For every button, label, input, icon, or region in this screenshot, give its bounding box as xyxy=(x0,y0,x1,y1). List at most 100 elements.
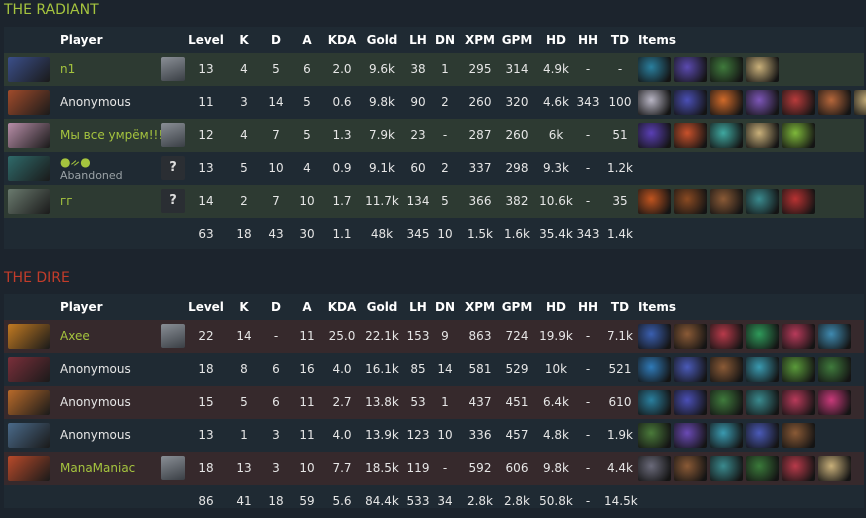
player-row[interactable]: Anonymous 11 3 14 5 0.6 9.8k 90 2 260 320 4.6k 343 10… xyxy=(4,86,866,119)
player-avatar[interactable] xyxy=(161,324,185,348)
item-icon[interactable] xyxy=(746,324,779,349)
header-td[interactable]: TD xyxy=(604,294,636,320)
item-icon[interactable] xyxy=(638,390,671,415)
item-icon[interactable] xyxy=(818,357,851,382)
item-icon[interactable] xyxy=(746,390,779,415)
hero-portrait[interactable] xyxy=(8,156,50,181)
player-avatar[interactable] xyxy=(161,123,185,147)
item-icon[interactable] xyxy=(746,189,779,214)
hero-portrait[interactable] xyxy=(8,324,50,349)
hero-portrait[interactable] xyxy=(8,357,50,382)
header-gpm[interactable]: GPM xyxy=(498,27,536,53)
player-row[interactable]: Anonymous 18 8 6 16 4.0 16.1k 85 14 581 529 10k -521 xyxy=(4,353,864,386)
item-icon[interactable] xyxy=(674,456,707,481)
item-icon[interactable] xyxy=(782,456,815,481)
item-icon[interactable] xyxy=(710,324,743,349)
header-gold[interactable]: Gold xyxy=(360,27,404,53)
player-avatar[interactable] xyxy=(161,57,185,81)
item-icon[interactable] xyxy=(638,90,671,115)
item-icon[interactable] xyxy=(710,423,743,448)
item-icon[interactable] xyxy=(638,324,671,349)
item-icon[interactable] xyxy=(782,189,815,214)
header-k[interactable]: K xyxy=(232,294,256,320)
hero-portrait[interactable] xyxy=(8,57,50,82)
header-player[interactable]: Player xyxy=(60,27,140,53)
item-icon[interactable] xyxy=(710,357,743,382)
item-icon[interactable] xyxy=(710,123,743,148)
player-row[interactable]: n1 13 4 5 6 2.0 9.6k 38 1 295 314 4.9k - - xyxy=(4,53,864,86)
header-level[interactable]: Level xyxy=(186,27,226,53)
item-icon[interactable] xyxy=(674,324,707,349)
player-name[interactable]: n1 xyxy=(60,53,75,86)
item-icon[interactable] xyxy=(818,90,851,115)
header-d[interactable]: D xyxy=(262,294,290,320)
item-icon[interactable] xyxy=(746,57,779,82)
item-icon[interactable] xyxy=(638,189,671,214)
item-icon[interactable] xyxy=(710,189,743,214)
header-kda[interactable]: KDA xyxy=(322,294,362,320)
header-xpm[interactable]: XPM xyxy=(461,294,499,320)
item-icon[interactable] xyxy=(674,90,707,115)
item-icon[interactable] xyxy=(710,90,743,115)
player-name[interactable]: ManaManiac xyxy=(60,452,135,485)
header-player[interactable]: Player xyxy=(60,294,140,320)
header-level[interactable]: Level xyxy=(186,294,226,320)
item-icon[interactable] xyxy=(746,456,779,481)
header-lh[interactable]: LH xyxy=(401,27,435,53)
item-icon[interactable] xyxy=(638,357,671,382)
item-icon[interactable] xyxy=(638,123,671,148)
item-icon[interactable] xyxy=(638,423,671,448)
player-name[interactable]: гг xyxy=(60,185,73,218)
item-icon[interactable] xyxy=(746,423,779,448)
item-icon[interactable] xyxy=(710,456,743,481)
header-hh[interactable]: HH xyxy=(572,27,604,53)
item-icon[interactable] xyxy=(782,423,815,448)
header-a[interactable]: A xyxy=(294,27,320,53)
header-xpm[interactable]: XPM xyxy=(461,27,499,53)
item-icon[interactable] xyxy=(818,324,851,349)
item-icon[interactable] xyxy=(818,390,851,415)
item-icon[interactable] xyxy=(782,324,815,349)
item-icon[interactable] xyxy=(710,390,743,415)
player-avatar[interactable] xyxy=(161,456,185,480)
item-icon[interactable] xyxy=(746,90,779,115)
header-td[interactable]: TD xyxy=(604,27,636,53)
header-lh[interactable]: LH xyxy=(401,294,435,320)
item-icon[interactable] xyxy=(638,57,671,82)
player-name[interactable]: Мы все умрём!!! xyxy=(60,119,163,152)
header-gpm[interactable]: GPM xyxy=(498,294,536,320)
item-icon[interactable] xyxy=(674,123,707,148)
player-row[interactable]: Anonymous 13 1 3 11 4.0 13.9k 123 10 336 457 4.8k -1… xyxy=(4,419,864,452)
hero-portrait[interactable] xyxy=(8,123,50,148)
header-dn[interactable]: DN xyxy=(432,294,458,320)
header-gold[interactable]: Gold xyxy=(360,294,404,320)
header-k[interactable]: K xyxy=(232,27,256,53)
header-hh[interactable]: HH xyxy=(572,294,604,320)
item-icon[interactable] xyxy=(782,390,815,415)
item-icon[interactable] xyxy=(674,357,707,382)
hero-portrait[interactable] xyxy=(8,456,50,481)
item-icon[interactable] xyxy=(782,90,815,115)
player-row[interactable]: гг? 14 2 7 10 1.7 11.7k 134 5 366 382 10.6k -35 xyxy=(4,185,864,218)
player-row[interactable]: ●ᨀ● Abandoned? 13 5 10 4 0.9 9.1k 60 2 337 298 9.3k -… xyxy=(4,152,864,185)
player-name[interactable]: Axee xyxy=(60,320,90,353)
player-row[interactable]: Axee 22 14-11 25.0 22.1k 153 9 863 724 19.9k -7.1k xyxy=(4,320,864,353)
player-row[interactable]: ManaManiac 18 13 3 10 7.7 18.5k 119-592 606 9.8k -… xyxy=(4,452,864,485)
hero-portrait[interactable] xyxy=(8,423,50,448)
header-dn[interactable]: DN xyxy=(432,27,458,53)
item-icon[interactable] xyxy=(674,423,707,448)
player-row[interactable]: Anonymous 15 5 6 11 2.7 13.8k 53 1 437 451 6.4k -610 xyxy=(4,386,864,419)
item-icon[interactable] xyxy=(782,357,815,382)
item-icon[interactable] xyxy=(638,456,671,481)
header-kda[interactable]: KDA xyxy=(322,27,362,53)
item-icon[interactable] xyxy=(854,90,866,115)
header-d[interactable]: D xyxy=(262,27,290,53)
item-icon[interactable] xyxy=(818,456,851,481)
item-icon[interactable] xyxy=(674,57,707,82)
player-name[interactable]: ●ᨀ● Abandoned xyxy=(60,152,123,189)
player-row[interactable]: Мы все умрём!!! 12 4 7 5 1.3 7.9k 23-287 260 6k -5… xyxy=(4,119,864,152)
hero-portrait[interactable] xyxy=(8,189,50,214)
hero-portrait[interactable] xyxy=(8,90,50,115)
item-icon[interactable] xyxy=(674,189,707,214)
item-icon[interactable] xyxy=(710,57,743,82)
